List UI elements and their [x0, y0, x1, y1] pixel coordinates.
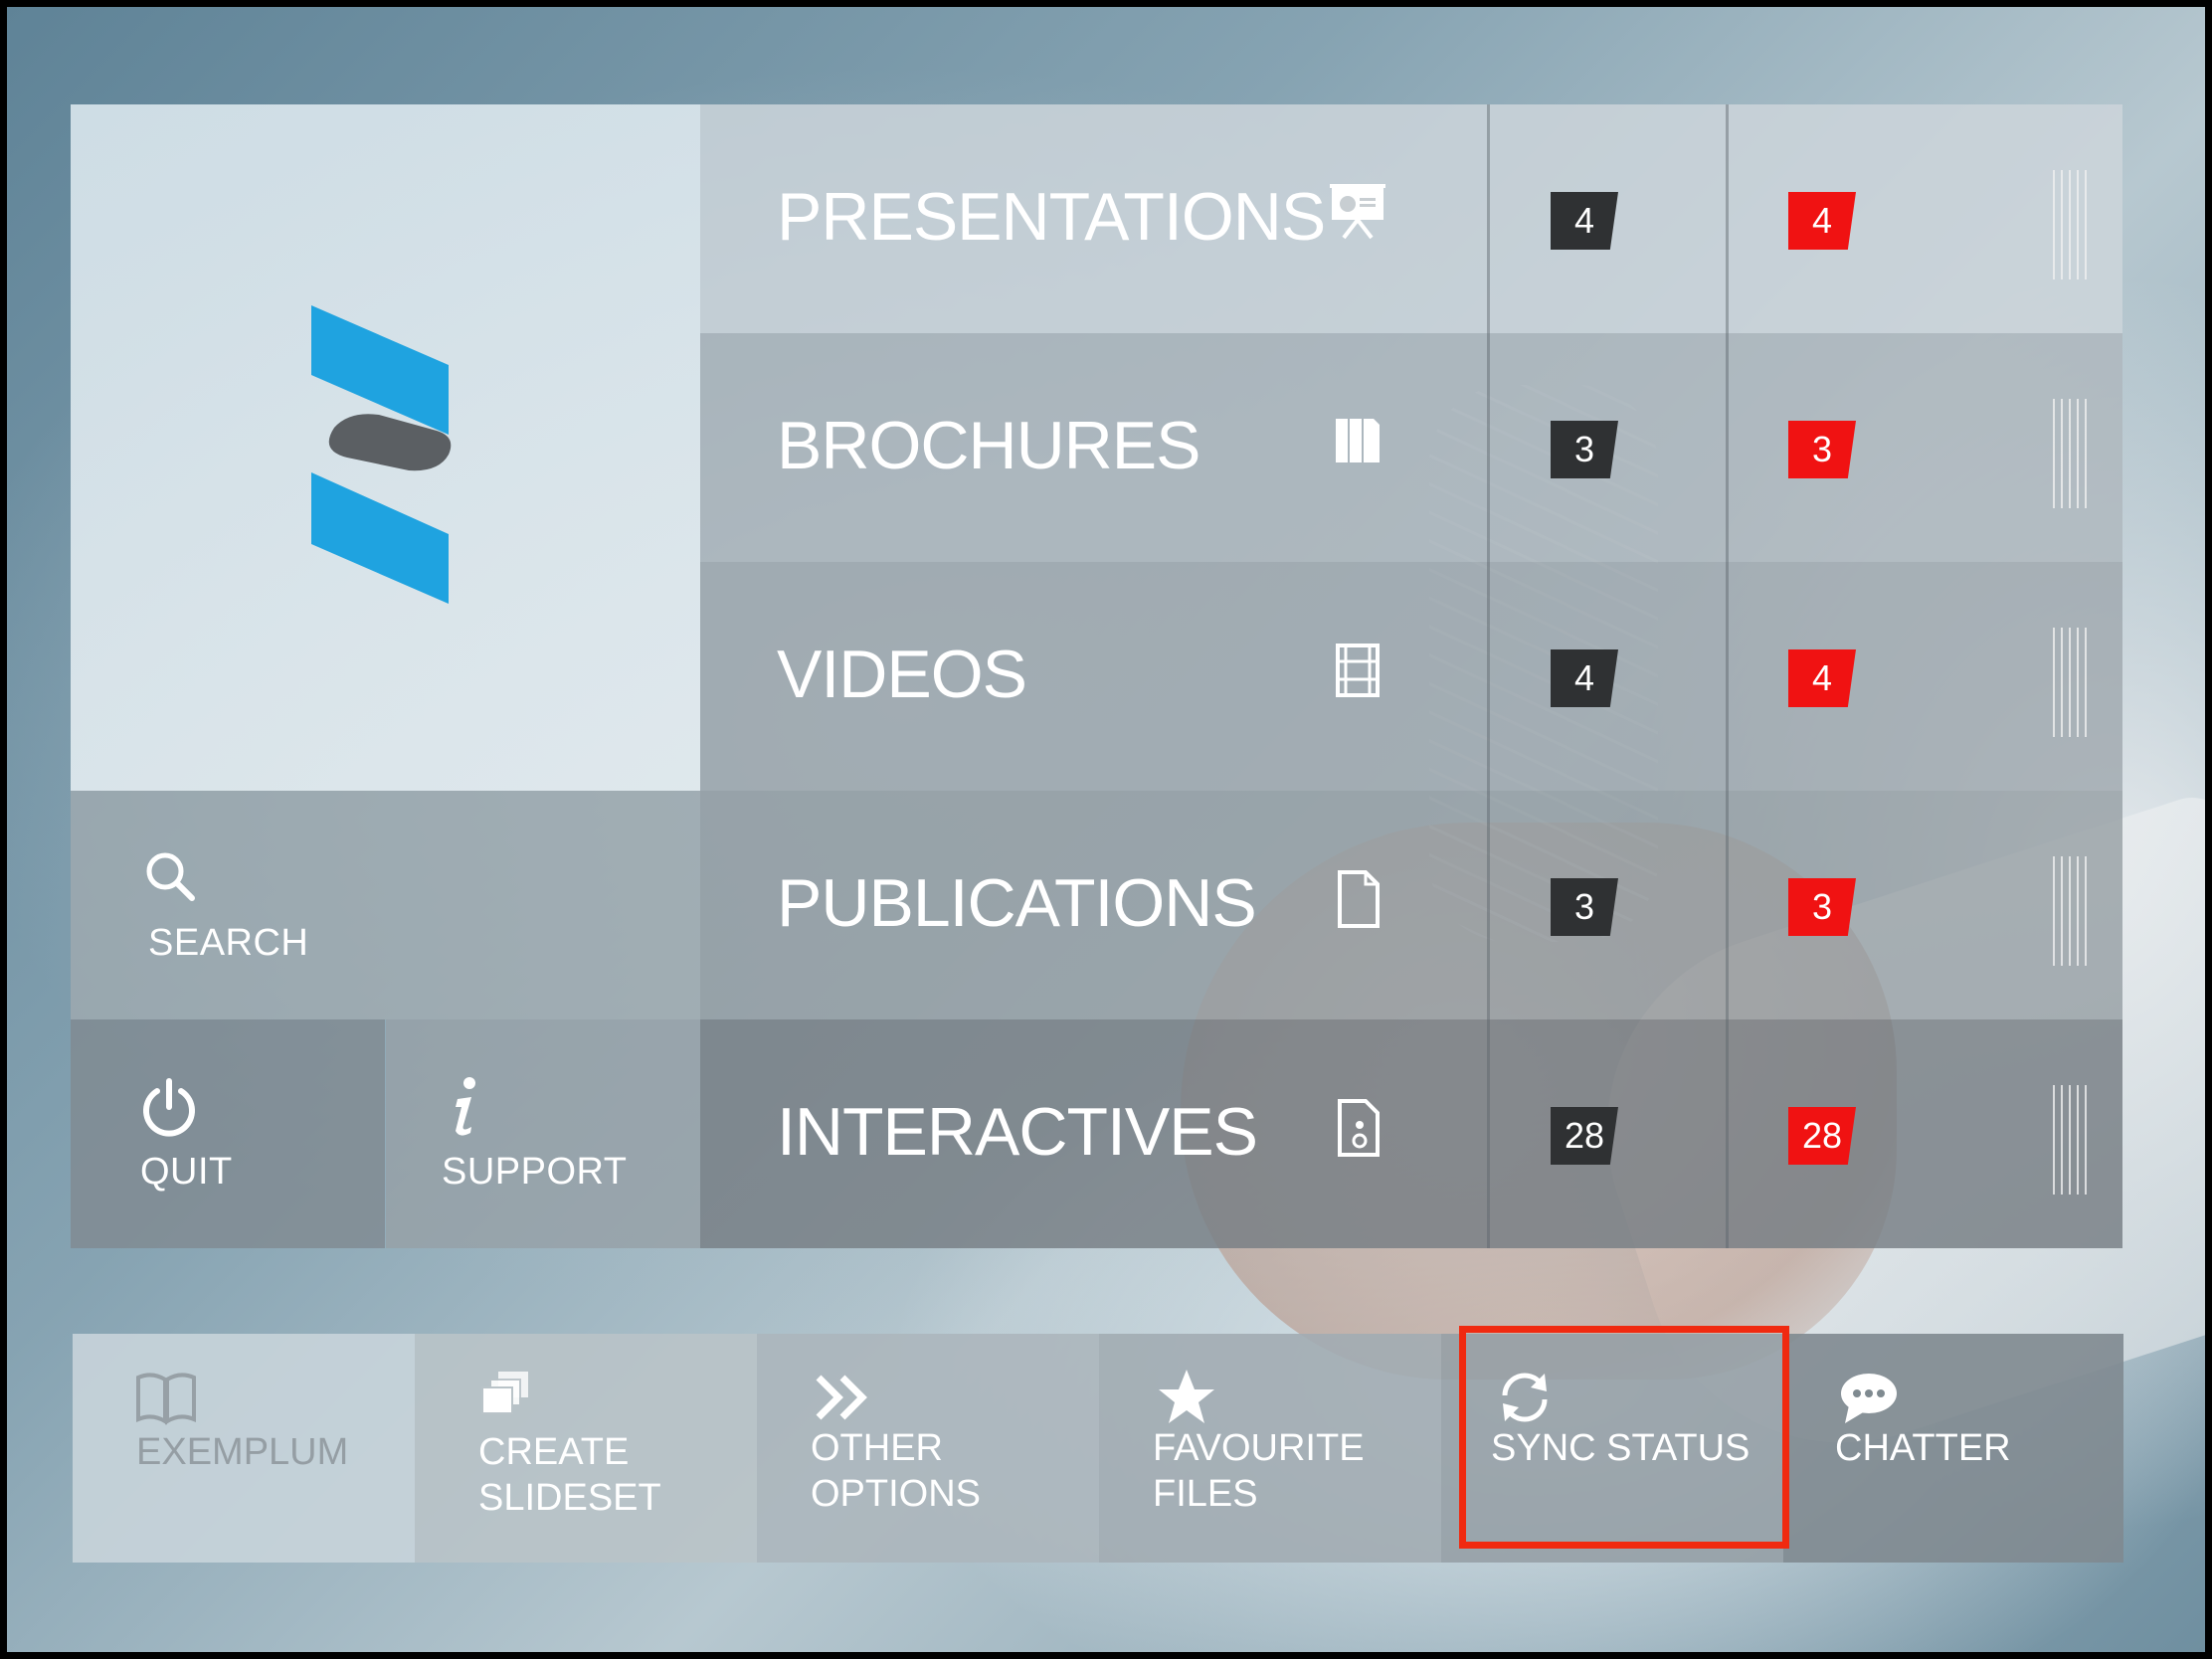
- document-icon: [1338, 870, 1380, 928]
- category-row-brochures[interactable]: BROCHURES 3 3: [700, 333, 2122, 562]
- exemplum-button[interactable]: EXEMPLUM: [73, 1334, 415, 1563]
- other-options-label-line1: OTHER: [811, 1427, 943, 1469]
- search-icon: [146, 852, 195, 901]
- new-count-badge: 28: [1788, 1107, 1856, 1165]
- presentation-icon: [1330, 184, 1385, 240]
- category-label: PUBLICATIONS: [777, 865, 1257, 941]
- info-icon: [456, 1077, 475, 1136]
- category-row-interactives[interactable]: INTERACTIVES 28 28: [700, 1019, 2122, 1248]
- app-screen: SEARCH QUIT SUPPORT PRESENTATIONS 4 4 BR…: [7, 7, 2205, 1652]
- favourite-files-label-line1: FAVOURITE: [1153, 1427, 1365, 1469]
- column-divider: [1726, 104, 1729, 1248]
- category-label: BROCHURES: [777, 408, 1200, 483]
- new-count-badge: 3: [1788, 878, 1856, 936]
- app-logo: [311, 305, 452, 604]
- total-count-badge: 3: [1551, 421, 1618, 478]
- new-count-badge: 4: [1788, 192, 1856, 250]
- quit-label: QUIT: [140, 1151, 233, 1193]
- support-tile[interactable]: SUPPORT: [386, 1019, 700, 1248]
- new-count-badge: 3: [1788, 421, 1856, 478]
- slides-stack-icon: [481, 1372, 528, 1414]
- power-icon: [143, 1078, 195, 1137]
- favourite-files-button[interactable]: FAVOURITE FILES: [1099, 1334, 1441, 1563]
- main-menu-panel: SEARCH QUIT SUPPORT PRESENTATIONS 4 4 BR…: [71, 104, 2122, 1248]
- drag-handle[interactable]: [2053, 1085, 2087, 1195]
- total-count-badge: 28: [1551, 1107, 1618, 1165]
- other-options-label-line2: OPTIONS: [811, 1473, 982, 1515]
- column-divider: [1487, 104, 1490, 1248]
- category-label: VIDEOS: [777, 637, 1027, 712]
- highlight-box: [1459, 1326, 1789, 1549]
- other-options-button[interactable]: OTHER OPTIONS: [757, 1334, 1099, 1563]
- create-slideset-button[interactable]: CREATE SLIDESET: [415, 1334, 757, 1563]
- logo-tile: [71, 104, 700, 791]
- drag-handle[interactable]: [2053, 856, 2087, 966]
- chatter-button[interactable]: CHATTER: [1783, 1334, 2123, 1563]
- drag-handle[interactable]: [2053, 628, 2087, 737]
- star-icon: [1159, 1370, 1214, 1423]
- category-label: PRESENTATIONS: [777, 179, 1326, 255]
- double-chevron-right-icon: [816, 1375, 867, 1420]
- total-count-badge: 4: [1551, 649, 1618, 707]
- quit-tile[interactable]: QUIT: [71, 1019, 385, 1248]
- category-row-videos[interactable]: VIDEOS 4 4: [700, 562, 2122, 791]
- exemplum-label: EXEMPLUM: [136, 1431, 349, 1473]
- favourite-files-label-line2: FILES: [1153, 1473, 1258, 1515]
- total-count-badge: 4: [1551, 192, 1618, 250]
- interactive-file-icon: [1338, 1099, 1380, 1157]
- bottom-toolbar: EXEMPLUM CREATE SLIDESET OTHER OPTIONS F…: [73, 1326, 2123, 1563]
- search-tile[interactable]: SEARCH: [71, 791, 700, 1019]
- film-icon: [1336, 644, 1380, 697]
- new-count-badge: 4: [1788, 649, 1856, 707]
- total-count-badge: 3: [1551, 878, 1618, 936]
- drag-handle[interactable]: [2053, 170, 2087, 279]
- category-row-presentations[interactable]: PRESENTATIONS 4 4: [700, 104, 2122, 333]
- chatter-label: CHATTER: [1835, 1427, 2011, 1469]
- category-row-publications[interactable]: PUBLICATIONS 3 3: [700, 791, 2122, 1019]
- drag-handle[interactable]: [2053, 399, 2087, 508]
- book-icon: [136, 1373, 196, 1425]
- search-label: SEARCH: [148, 922, 309, 964]
- create-slideset-label-line2: SLIDESET: [478, 1477, 661, 1519]
- brochure-icon: [1336, 419, 1380, 462]
- category-label: INTERACTIVES: [777, 1094, 1258, 1170]
- create-slideset-label-line1: CREATE: [478, 1431, 630, 1473]
- support-label: SUPPORT: [442, 1151, 628, 1193]
- chat-bubble-icon: [1841, 1374, 1897, 1423]
